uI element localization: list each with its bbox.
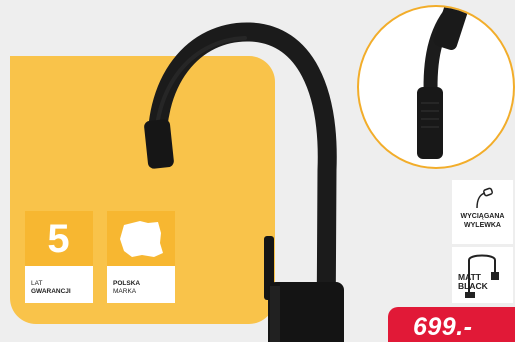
warranty-years: 5 bbox=[47, 216, 71, 261]
warranty-label-1: LAT bbox=[31, 280, 43, 287]
poland-map-box bbox=[107, 211, 175, 266]
pull-out-spout-icon bbox=[475, 187, 493, 209]
poland-map-icon bbox=[120, 220, 163, 257]
warranty-label-2: GWARANCJI bbox=[31, 288, 71, 295]
warranty-badge: 5 LAT GWARANCJI bbox=[25, 211, 93, 303]
price-tag: 699.- bbox=[388, 307, 515, 342]
pull-out-spout-label-2: WYLEWKA bbox=[464, 222, 501, 229]
warranty-number-box: 5 bbox=[25, 211, 93, 266]
price-value: 699.- bbox=[413, 312, 473, 341]
pull-out-spout-feature: WYCIĄGANA WYLEWKA bbox=[452, 180, 513, 244]
brand-label-1: POLSKA bbox=[113, 280, 141, 287]
matt-black-text: MATT BLACK bbox=[458, 273, 502, 291]
pull-out-spout-label-1: WYCIĄGANA bbox=[460, 213, 505, 220]
black-label: BLACK bbox=[458, 281, 488, 291]
brand-text: POLSKA MARKA bbox=[107, 266, 175, 296]
spout-detail-zoom bbox=[357, 5, 515, 169]
polish-brand-badge: POLSKA MARKA bbox=[107, 211, 175, 303]
brand-label-2: MARKA bbox=[113, 288, 137, 295]
product-promo: 5 LAT GWARANCJI POLSKA MARKA WYCIĄGANA W… bbox=[0, 0, 515, 342]
spout-hose-detail-image bbox=[417, 7, 469, 159]
warranty-text: LAT GWARANCJI bbox=[25, 266, 93, 296]
